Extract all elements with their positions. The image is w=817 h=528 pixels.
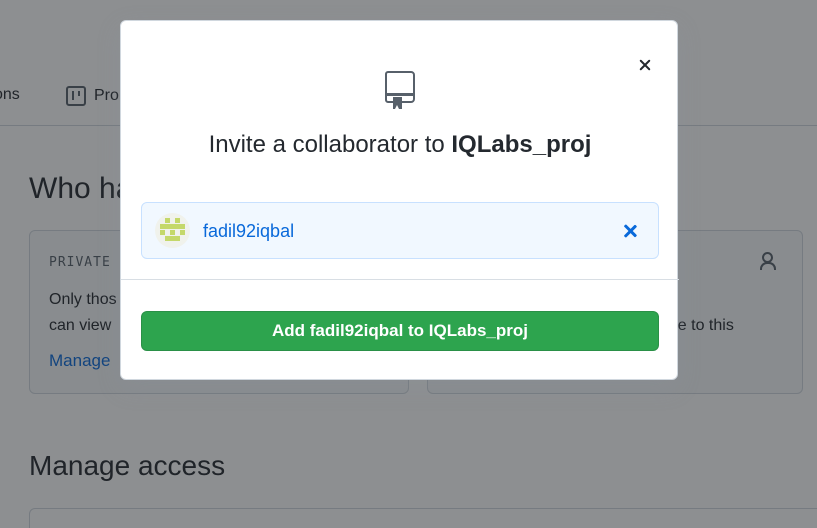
invite-collaborator-dialog: Invite a collaborator to IQLabs_proj fad… bbox=[120, 20, 679, 380]
dialog-divider bbox=[121, 279, 679, 280]
dialog-title-prefix: Invite a collaborator to bbox=[208, 131, 452, 158]
dialog-title: Invite a collaborator to IQLabs_proj bbox=[121, 131, 679, 159]
remove-user-icon[interactable] bbox=[622, 223, 638, 239]
add-collaborator-button[interactable]: Add fadil92iqbal to IQLabs_proj bbox=[141, 311, 659, 351]
repo-name: IQLabs_proj bbox=[451, 131, 592, 158]
close-icon[interactable] bbox=[635, 55, 655, 75]
avatar bbox=[155, 213, 190, 248]
selected-username[interactable]: fadil92iqbal bbox=[203, 221, 294, 242]
repo-icon bbox=[385, 71, 415, 109]
selected-user-row: fadil92iqbal bbox=[141, 202, 659, 259]
